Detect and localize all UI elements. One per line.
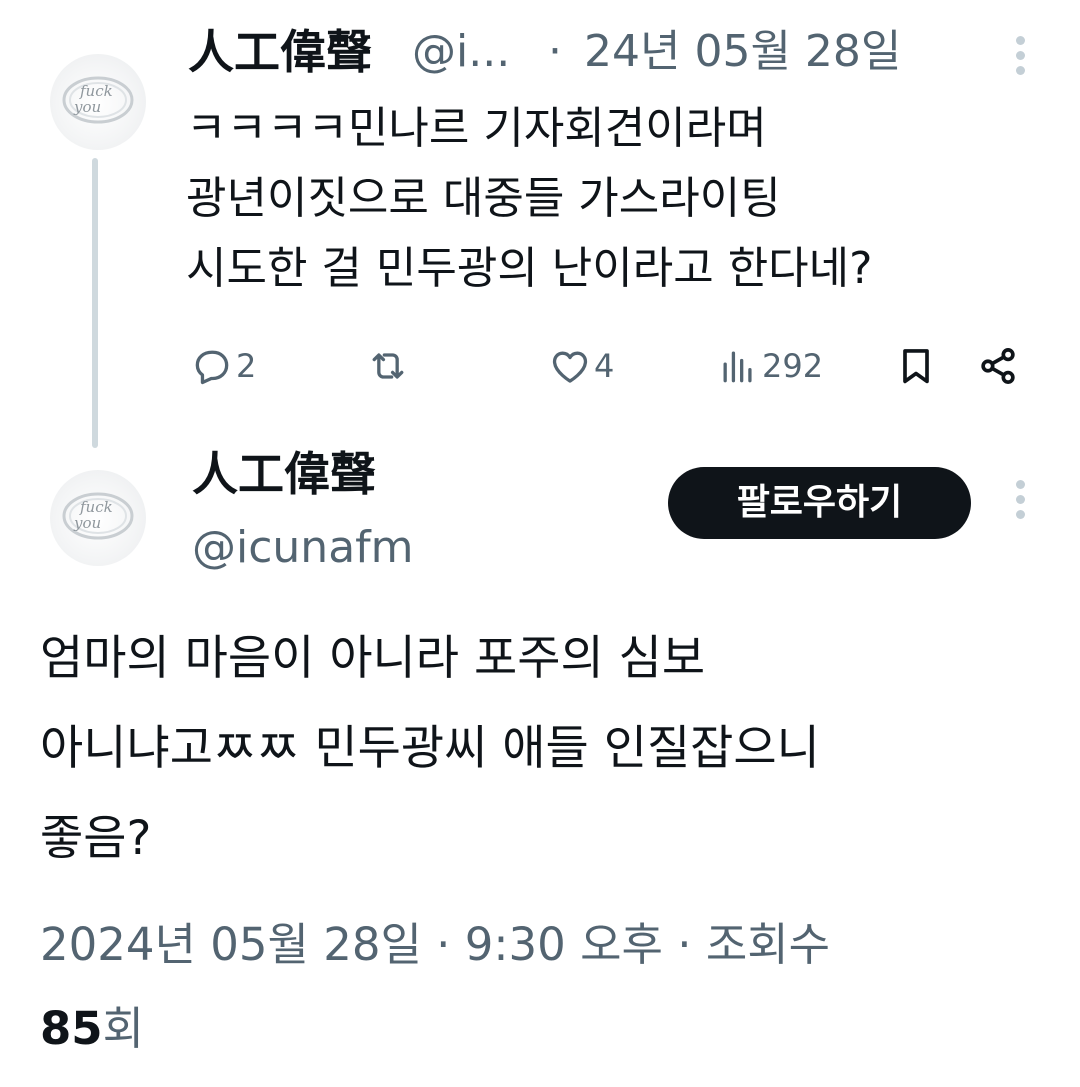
main-avatar[interactable]: fuck you: [50, 470, 146, 566]
main-text-line: 엄마의 마음이 아니라 포주의 심보: [40, 631, 706, 686]
reply-count: 2: [236, 347, 257, 385]
ring-logo-image: fuck you: [62, 76, 134, 124]
analytics-icon: [723, 351, 752, 383]
ring-logo-image: fuck you: [62, 492, 134, 540]
views-count: 292: [762, 347, 824, 385]
reply-separator: ·: [548, 26, 562, 77]
reply-text-line: ㅋㅋㅋㅋ민나르 기자회견이라며: [186, 103, 767, 154]
reply-button[interactable]: 2: [190, 340, 256, 392]
views-number: 85: [40, 1002, 103, 1055]
reply-text-line: 시도한 걸 민두광의 난이라고 한다네?: [186, 243, 873, 294]
reply-avatar[interactable]: fuck you: [50, 54, 146, 150]
retweet-button[interactable]: [366, 340, 410, 392]
views-suffix: 회: [102, 1002, 145, 1055]
reply-more-icon[interactable]: [1012, 36, 1028, 86]
svg-text:you: you: [73, 514, 101, 532]
svg-text:you: you: [73, 98, 101, 116]
reply-author-handle[interactable]: @i...: [412, 24, 510, 80]
main-text-line: 아니냐고ㅉㅉ 민두광씨 애들 인질잡으니: [40, 721, 820, 776]
retweet-icon: [372, 353, 404, 379]
main-text-line: 좋음?: [40, 811, 152, 866]
heart-icon: [552, 351, 588, 383]
reply-text-line: 광년이짓으로 대중들 가스라이팅: [186, 173, 781, 224]
follow-button[interactable]: 팔로우하기: [668, 467, 971, 539]
share-icon: [981, 348, 1015, 384]
reply-date[interactable]: 24년 05월 28일: [584, 24, 901, 80]
main-more-icon[interactable]: [1012, 480, 1028, 530]
tweet-timestamp[interactable]: 2024년 05월 28일 · 9:30 오후 · 조회수: [40, 910, 830, 980]
main-author-name[interactable]: 人工偉聲: [192, 446, 376, 502]
reply-text: ㅋㅋㅋㅋ민나르 기자회견이라며 광년이짓으로 대중들 가스라이팅 시도한 걸 민…: [186, 94, 1046, 304]
bookmark-icon: [903, 349, 929, 384]
share-button[interactable]: [976, 340, 1020, 392]
bookmark-button[interactable]: [894, 340, 938, 392]
reply-icon: [195, 350, 229, 385]
tweet-view-count: 85회: [40, 994, 144, 1064]
like-button[interactable]: 4: [548, 340, 614, 392]
main-author-handle[interactable]: @icunafm: [192, 520, 414, 576]
thread-connector-line: [92, 158, 98, 448]
like-count: 4: [594, 347, 615, 385]
reply-author-name[interactable]: 人工偉聲: [188, 24, 372, 80]
views-button[interactable]: 292: [716, 340, 823, 392]
main-tweet-text: 엄마의 마음이 아니라 포주의 심보 아니냐고ㅉㅉ 민두광씨 애들 인질잡으니 …: [40, 614, 1060, 884]
